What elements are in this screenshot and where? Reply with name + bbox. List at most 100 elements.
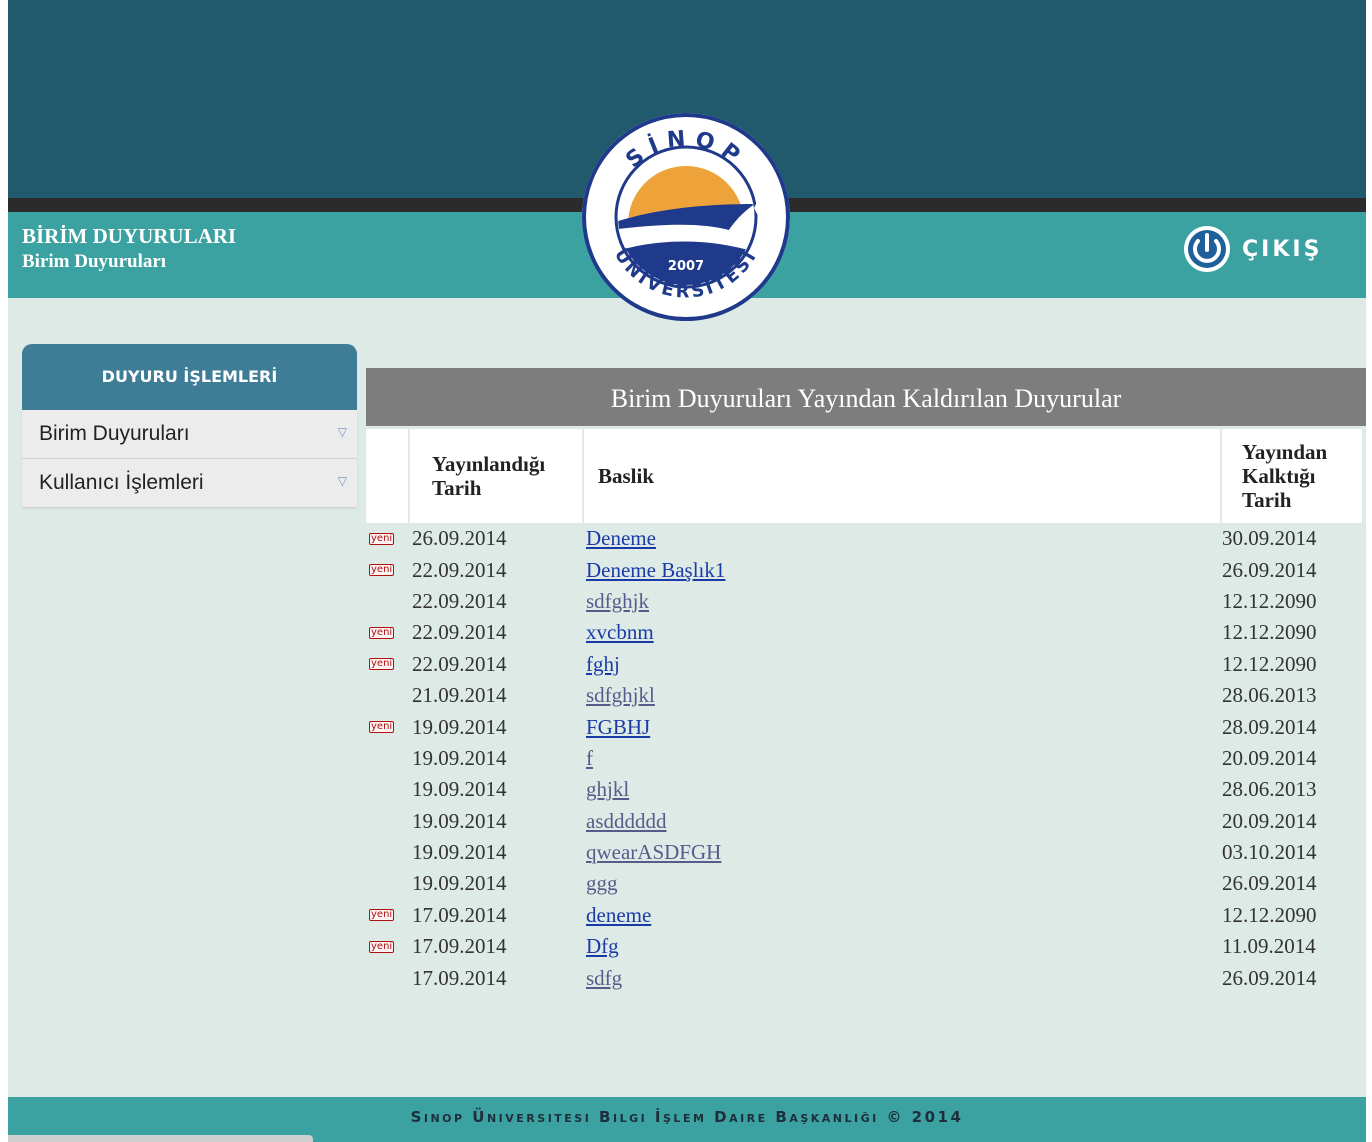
title-cell: qwearASDFGH [584,840,1222,865]
table-row: 19.09.2014 ghjkl 28.06.2013 [366,774,1366,805]
new-badge: yeni [369,532,395,545]
announcement-link[interactable]: fghj [586,652,620,676]
announcement-link[interactable]: Dfg [586,934,619,958]
announcement-link[interactable]: Deneme Başlık1 [586,558,725,582]
header-removed-date: Yayından Kalktığı Tarih [1222,429,1362,523]
title-cell: asdddddd [584,809,1222,834]
table-row: 19.09.2014 ggg 26.09.2014 [366,868,1366,899]
announcement-link[interactable]: qwearASDFGH [586,840,721,864]
footer-copyright: Sinop Üniversitesi Bilgi İşlem Daire Baş… [410,1108,964,1126]
removed-date: 12.12.2090 [1222,902,1317,927]
header-title: Baslik [584,429,1220,523]
announcement-link[interactable]: sdfg [586,966,622,990]
table-row: yeni 22.09.2014 Deneme Başlık1 26.09.2014 [366,554,1366,585]
removed-date: 26.09.2014 [1222,965,1317,990]
table-row: 17.09.2014 sdfg 26.09.2014 [366,962,1366,993]
removed-date: 11.09.2014 [1222,934,1316,959]
removed-date: 12.12.2090 [1222,651,1317,676]
new-badge-cell: yeni [366,658,410,671]
sidebar-item-kullanici-islemleri[interactable]: Kullanıcı İşlemleri ▽ [22,459,357,508]
new-badge: yeni [369,909,395,922]
announcement-link[interactable]: xvcbnm [586,620,654,644]
published-date: 19.09.2014 [412,871,507,896]
removed-date: 28.09.2014 [1222,714,1317,739]
title-cell: Deneme Başlık1 [584,558,1222,583]
table-row: 22.09.2014 sdfghjk 12.12.2090 [366,586,1366,617]
title-cell: FGBHJ [584,715,1222,740]
logout-label: ÇIKIŞ [1242,236,1323,262]
removed-date: 26.09.2014 [1222,557,1317,582]
published-date: 17.09.2014 [412,965,507,990]
title-cell: ggg [584,871,1222,896]
new-badge-cell: yeni [366,721,410,734]
announcement-list: yeni 26.09.2014 Deneme 30.09.2014 yeni 22.09.… [366,523,1366,994]
new-badge-cell: yeni [366,909,410,922]
published-date: 19.09.2014 [412,714,507,739]
sidebar-item-label: Kullanıcı İşlemleri [39,471,204,494]
new-badge-cell: yeni [366,532,410,545]
table-row: yeni 26.09.2014 Deneme 30.09.2014 [366,523,1366,554]
table-row: yeni 17.09.2014 deneme 12.12.2090 [366,900,1366,931]
sidebar-heading: DUYURU İŞLEMLERİ [22,344,357,410]
new-badge-cell: yeni [366,564,410,577]
new-badge: yeni [369,626,395,639]
title-cell: deneme [584,903,1222,928]
page-frame: BİRİM DUYURULARI Birim Duyuruları SİNOP … [8,0,1366,1142]
new-badge-cell: yeni [366,940,410,953]
removed-date: 20.09.2014 [1222,745,1317,770]
title-cell: fghj [584,652,1222,677]
header-badge-column [366,429,408,523]
table-row: 19.09.2014 asdddddd 20.09.2014 [366,806,1366,837]
new-badge: yeni [369,564,395,577]
title-cell: Dfg [584,934,1222,959]
announcement-link[interactable]: FGBHJ [586,715,650,739]
removed-date: 28.06.2013 [1222,777,1317,802]
sidebar-item-birim-duyurulari[interactable]: Birim Duyuruları ▽ [22,410,357,459]
table-row: 21.09.2014 sdfghjkl 28.06.2013 [366,680,1366,711]
power-icon [1184,226,1230,272]
title-cell: xvcbnm [584,620,1222,645]
announcement-link[interactable]: Deneme [586,526,656,550]
title-cell: Deneme [584,526,1222,551]
table-row: yeni 22.09.2014 fghj 12.12.2090 [366,649,1366,680]
announcement-link[interactable]: f [586,746,593,770]
published-date: 21.09.2014 [412,683,507,708]
published-date: 22.09.2014 [412,588,507,613]
removed-date: 30.09.2014 [1222,526,1317,551]
announcement-link[interactable]: sdfghjk [586,589,649,613]
removed-date: 20.09.2014 [1222,808,1317,833]
title-cell: f [584,746,1222,771]
horizontal-scrollbar[interactable] [8,1135,313,1142]
table-header: Yayınlandığı Tarih Baslik Yayından Kalkt… [366,429,1366,523]
removed-date: 26.09.2014 [1222,871,1317,896]
table-row: 19.09.2014 f 20.09.2014 [366,743,1366,774]
title-cell: ghjkl [584,777,1222,802]
title-cell: sdfghjkl [584,683,1222,708]
page-subtitle: Birim Duyuruları [22,251,167,272]
removed-date: 12.12.2090 [1222,588,1317,613]
table-row: 19.09.2014 qwearASDFGH 03.10.2014 [366,837,1366,868]
logo-year: 2007 [668,259,704,274]
new-badge-cell: yeni [366,626,410,639]
title-cell: sdfghjk [584,589,1222,614]
new-badge: yeni [369,658,395,671]
announcement-link[interactable]: deneme [586,903,651,927]
new-badge: yeni [369,721,395,734]
announcement-link[interactable]: asdddddd [586,809,667,833]
table-row: yeni 17.09.2014 Dfg 11.09.2014 [366,931,1366,962]
title-cell: sdfg [584,966,1222,991]
announcement-link[interactable]: sdfghjkl [586,683,655,707]
removed-date: 03.10.2014 [1222,840,1317,865]
page-title: BİRİM DUYURULARI [22,224,237,248]
removed-date: 28.06.2013 [1222,683,1317,708]
published-date: 22.09.2014 [412,620,507,645]
sidebar-menu: DUYURU İŞLEMLERİ Birim Duyuruları ▽ Kull… [22,344,357,508]
table-row: yeni 22.09.2014 xvcbnm 12.12.2090 [366,617,1366,648]
removed-date: 12.12.2090 [1222,620,1317,645]
published-date: 22.09.2014 [412,651,507,676]
logout-button[interactable]: ÇIKIŞ [1182,222,1322,276]
announcement-link[interactable]: ghjkl [586,777,629,801]
published-date: 19.09.2014 [412,745,507,770]
announcement-link[interactable]: ggg [586,871,618,895]
table-row: yeni 19.09.2014 FGBHJ 28.09.2014 [366,711,1366,742]
